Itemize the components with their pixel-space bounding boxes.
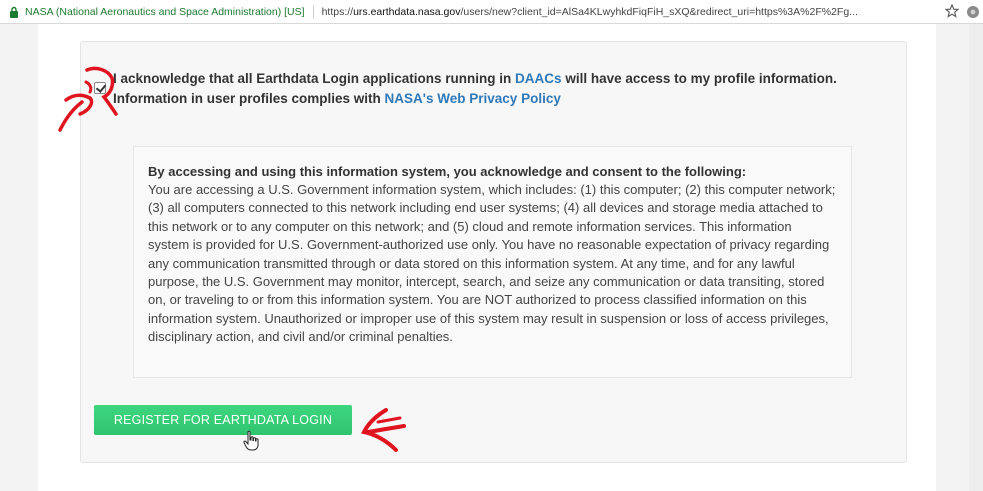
- url-host: urs.earthdata.nasa.gov: [353, 5, 461, 18]
- extension-icon[interactable]: [965, 4, 981, 20]
- lock-icon: [10, 6, 18, 18]
- consent-notice-title: By accessing and using this information …: [148, 164, 747, 179]
- annotation-arrow-icon: [361, 408, 406, 452]
- daacs-link[interactable]: DAACs: [515, 71, 562, 86]
- ack-text-part1: I acknowledge that all Earthdata Login a…: [113, 71, 516, 86]
- privacy-policy-link[interactable]: NASA's Web Privacy Policy: [385, 91, 561, 106]
- annotation-scribble-icon: [58, 66, 118, 132]
- url-path: /users/new?client_id=AlSa4KLwyhkdFiqFiH_…: [460, 5, 858, 18]
- consent-notice-body: You are accessing a U.S. Government info…: [148, 182, 836, 345]
- browser-address-bar[interactable]: NASA (National Aeronautics and Space Adm…: [0, 0, 983, 24]
- star-icon[interactable]: [945, 4, 959, 18]
- site-identity[interactable]: NASA (National Aeronautics and Space Adm…: [25, 6, 305, 18]
- register-button[interactable]: REGISTER FOR EARTHDATA LOGIN: [94, 405, 352, 435]
- hand-cursor-icon: [243, 430, 259, 451]
- scrollbar[interactable]: [969, 24, 983, 491]
- url-prefix: https://: [321, 5, 354, 18]
- acknowledgement-text: I acknowledge that all Earthdata Login a…: [113, 69, 883, 109]
- url-text[interactable]: https://urs.earthdata.nasa.gov/users/new…: [322, 6, 858, 18]
- address-separator: [312, 4, 314, 19]
